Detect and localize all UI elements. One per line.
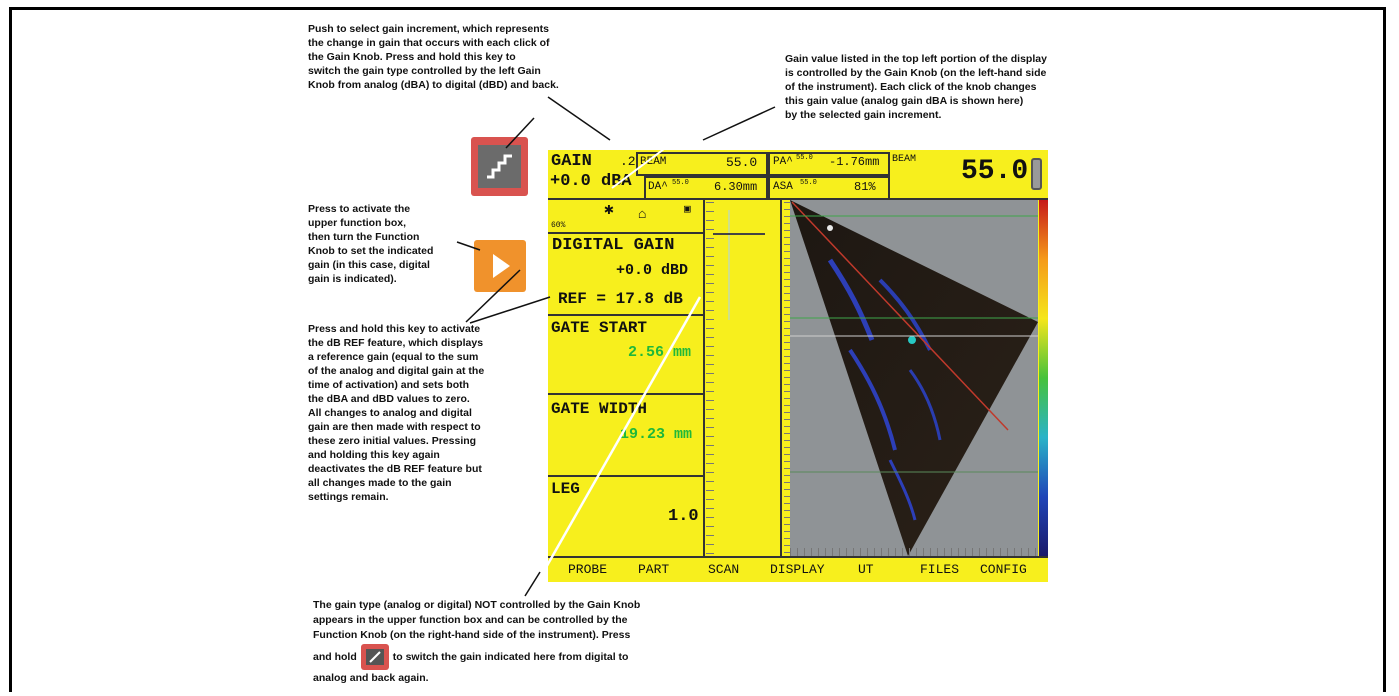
leader-lines [456, 96, 776, 597]
